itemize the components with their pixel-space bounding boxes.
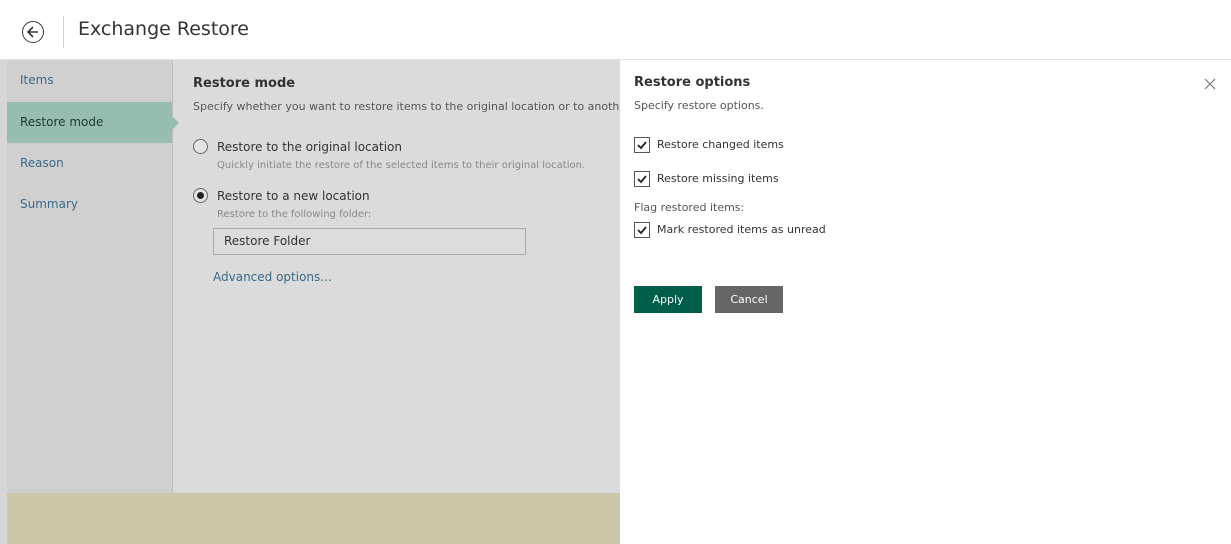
radio-original-description: Quickly initiate the restore of the sele… (217, 160, 586, 171)
section-description: Specify whether you want to restore item… (193, 100, 620, 113)
advanced-options-link[interactable]: Advanced options... (213, 270, 332, 284)
apply-button[interactable]: Apply (634, 286, 702, 313)
wizard-footer (7, 493, 620, 544)
flag-restored-label: Flag restored items: (634, 201, 745, 214)
nav-item-reason[interactable]: Reason (7, 143, 172, 184)
cancel-button[interactable]: Cancel (715, 286, 783, 313)
wizard-background: Items Restore mode Reason Summary Restor… (0, 60, 620, 544)
panel-title: Restore options (634, 75, 751, 90)
nav-item-summary[interactable]: Summary (7, 184, 172, 225)
checkbox-label: Restore changed items (657, 138, 784, 151)
footer-left-strip (0, 493, 7, 544)
panel-description: Specify restore options. (634, 99, 764, 112)
restore-folder-input[interactable]: Restore Folder (213, 228, 526, 255)
header-bar: Exchange Restore (0, 0, 1231, 60)
page-title: Exchange Restore (78, 18, 249, 40)
checkbox-icon[interactable] (634, 222, 650, 238)
radio-new-location[interactable] (193, 188, 208, 203)
radio-original-label: Restore to the original location (217, 140, 402, 154)
back-arrow-icon[interactable] (22, 21, 44, 43)
radio-new-description: Restore to the following folder: (217, 209, 372, 220)
nav-left-strip (0, 60, 7, 493)
checkbox-icon[interactable] (634, 171, 650, 187)
radio-new-label: Restore to a new location (217, 189, 370, 203)
section-title: Restore mode (193, 76, 296, 91)
checkbox-label: Restore missing items (657, 172, 779, 185)
wizard-content: Restore mode Specify whether you want to… (173, 60, 620, 493)
checkbox-icon[interactable] (634, 137, 650, 153)
close-icon[interactable] (1202, 76, 1218, 92)
wizard-nav: Items Restore mode Reason Summary (7, 60, 179, 493)
header-divider (63, 16, 64, 48)
restore-options-panel: Restore options Specify restore options.… (620, 60, 1231, 544)
nav-item-restore-mode[interactable]: Restore mode (7, 102, 179, 143)
checkbox-label: Mark restored items as unread (657, 223, 826, 236)
nav-item-items[interactable]: Items (7, 60, 172, 101)
radio-original-location[interactable] (193, 139, 208, 154)
